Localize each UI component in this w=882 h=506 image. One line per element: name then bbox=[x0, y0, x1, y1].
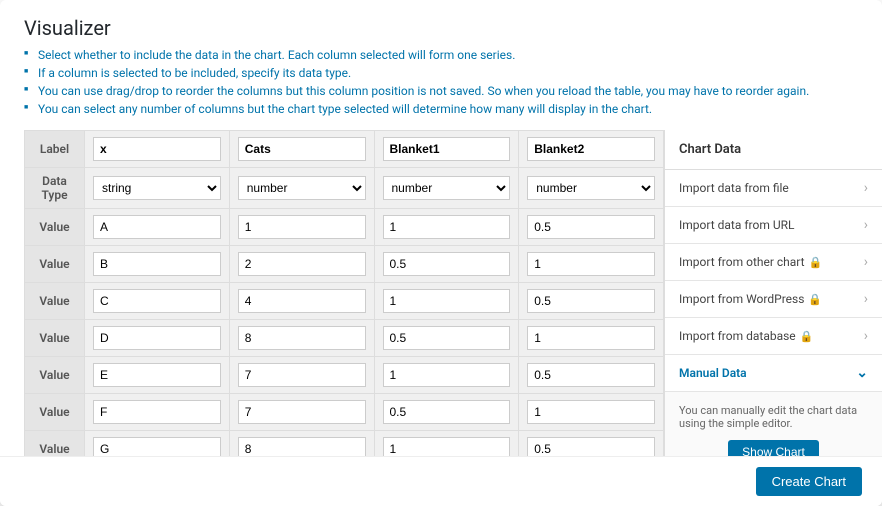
cell-input[interactable] bbox=[527, 326, 655, 350]
accordion-item[interactable]: Import data from file › bbox=[665, 170, 882, 207]
cell-input[interactable] bbox=[527, 215, 655, 239]
label-header: Label bbox=[25, 131, 85, 168]
cell-input[interactable] bbox=[238, 289, 366, 313]
cell-input[interactable] bbox=[527, 252, 655, 276]
type-header: Data Type bbox=[25, 168, 85, 209]
cell-input[interactable] bbox=[383, 215, 511, 239]
cell-input[interactable] bbox=[238, 252, 366, 276]
lock-icon: 🔒 bbox=[808, 293, 822, 306]
accordion-item[interactable]: Import from database 🔒 › bbox=[665, 318, 882, 355]
cell-input[interactable] bbox=[527, 400, 655, 424]
manual-data-text: You can manually edit the chart data usi… bbox=[679, 404, 868, 430]
create-chart-button[interactable]: Create Chart bbox=[756, 467, 862, 496]
instruction-item: You can select any number of columns but… bbox=[24, 102, 858, 116]
accordion-label: Import from other chart bbox=[679, 255, 805, 269]
column-label-input[interactable] bbox=[238, 137, 366, 161]
accordion-label: Manual Data bbox=[679, 366, 747, 380]
sidebar: Chart Data Import data from file›Import … bbox=[664, 130, 882, 506]
cell-input[interactable] bbox=[93, 289, 221, 313]
chevron-right-icon: › bbox=[864, 328, 868, 344]
cell-input[interactable] bbox=[238, 326, 366, 350]
cell-input[interactable] bbox=[383, 363, 511, 387]
cell-input[interactable] bbox=[527, 363, 655, 387]
cell-input[interactable] bbox=[93, 215, 221, 239]
cell-input[interactable] bbox=[93, 400, 221, 424]
instruction-item: If a column is selected to be included, … bbox=[24, 66, 858, 80]
column-type-select[interactable]: stringnumber bbox=[238, 176, 366, 200]
accordion-label: Import data from URL bbox=[679, 218, 794, 232]
page-title: Visualizer bbox=[24, 16, 858, 40]
cell-input[interactable] bbox=[238, 400, 366, 424]
value-header: Value bbox=[25, 394, 85, 431]
accordion-manual-data[interactable]: Manual Data ⌄ bbox=[665, 355, 882, 392]
chevron-down-icon: ⌄ bbox=[856, 365, 868, 381]
sidebar-heading: Chart Data bbox=[665, 130, 882, 170]
chevron-right-icon: › bbox=[864, 254, 868, 270]
accordion-item[interactable]: Import from WordPress 🔒 › bbox=[665, 281, 882, 318]
column-label-input[interactable] bbox=[527, 137, 655, 161]
chevron-right-icon: › bbox=[864, 217, 868, 233]
cell-input[interactable] bbox=[238, 363, 366, 387]
data-table-wrap: LabelData Type stringnumber stringnumber st… bbox=[0, 130, 664, 506]
accordion-item[interactable]: Import from other chart 🔒 › bbox=[665, 244, 882, 281]
column-type-select[interactable]: stringnumber bbox=[527, 176, 655, 200]
value-header: Value bbox=[25, 246, 85, 283]
column-label-input[interactable] bbox=[93, 137, 221, 161]
cell-input[interactable] bbox=[383, 252, 511, 276]
instruction-item: Select whether to include the data in th… bbox=[24, 48, 858, 62]
cell-input[interactable] bbox=[93, 363, 221, 387]
value-header: Value bbox=[25, 320, 85, 357]
chevron-right-icon: › bbox=[864, 291, 868, 307]
column-type-select[interactable]: stringnumber bbox=[93, 176, 221, 200]
data-table: LabelData Type stringnumber stringnumber st… bbox=[24, 130, 664, 468]
column-label-input[interactable] bbox=[383, 137, 511, 161]
chevron-right-icon: › bbox=[864, 180, 868, 196]
column-type-select[interactable]: stringnumber bbox=[383, 176, 511, 200]
value-header: Value bbox=[25, 209, 85, 246]
cell-input[interactable] bbox=[383, 326, 511, 350]
cell-input[interactable] bbox=[93, 252, 221, 276]
accordion-label: Import data from file bbox=[679, 181, 789, 195]
accordion-label: Import from database bbox=[679, 329, 796, 343]
cell-input[interactable] bbox=[93, 326, 221, 350]
accordion-item[interactable]: Import data from URL › bbox=[665, 207, 882, 244]
lock-icon: 🔒 bbox=[800, 330, 814, 343]
cell-input[interactable] bbox=[527, 289, 655, 313]
value-header: Value bbox=[25, 357, 85, 394]
cell-input[interactable] bbox=[383, 289, 511, 313]
footer: Create Chart bbox=[0, 456, 882, 506]
lock-icon: 🔒 bbox=[809, 256, 823, 269]
cell-input[interactable] bbox=[383, 400, 511, 424]
cell-input[interactable] bbox=[238, 215, 366, 239]
value-header: Value bbox=[25, 283, 85, 320]
accordion-label: Import from WordPress bbox=[679, 292, 804, 306]
instruction-item: You can use drag/drop to reorder the col… bbox=[24, 84, 858, 98]
instruction-list: Select whether to include the data in th… bbox=[24, 48, 858, 116]
